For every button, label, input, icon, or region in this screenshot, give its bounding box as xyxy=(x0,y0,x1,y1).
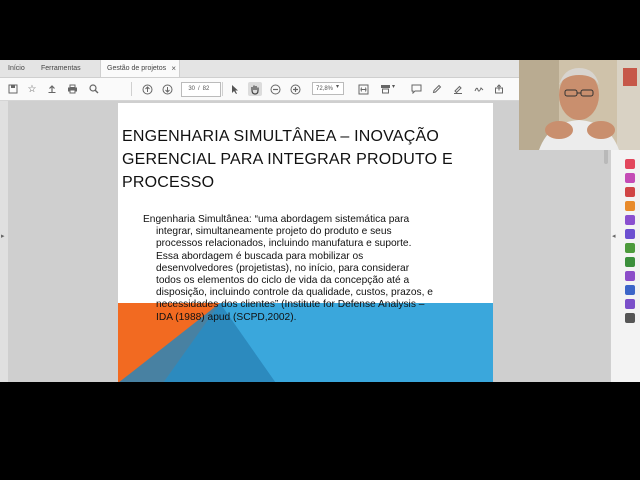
page-separator: / xyxy=(198,86,200,92)
pdf-page: ENGENHARIA SIMULTÂNEA – INOVAÇÃO GERENCI… xyxy=(118,103,493,382)
keyboard-icon[interactable] xyxy=(378,82,392,96)
stamp-icon[interactable] xyxy=(625,299,635,309)
organize-pages-icon[interactable] xyxy=(625,229,635,239)
body-line: integrar, simultaneamente projeto do pro… xyxy=(156,226,392,238)
star-icon[interactable]: ☆ xyxy=(25,82,39,96)
export-pdf-icon[interactable] xyxy=(625,159,635,169)
slide-body-text: Engenharia Simultânea: “uma abordagem si… xyxy=(143,214,473,324)
chevron-down-icon[interactable]: ▾ xyxy=(336,83,339,90)
upload-icon[interactable] xyxy=(45,82,59,96)
edit-pdf-icon[interactable] xyxy=(625,187,635,197)
body-line: desenvolvedores (projetistas), no início… xyxy=(156,262,410,274)
comment-icon[interactable] xyxy=(409,82,423,96)
fit-page-icon[interactable] xyxy=(356,82,370,96)
search-icon[interactable] xyxy=(87,82,101,96)
optimize-icon[interactable] xyxy=(625,257,635,267)
total-pages: 82 xyxy=(202,86,210,92)
arrow-up-icon[interactable] xyxy=(140,82,154,96)
tab-label: Ferramentas xyxy=(41,65,81,72)
hand-icon[interactable] xyxy=(248,82,262,96)
toolbar-divider xyxy=(222,82,223,96)
body-line: Engenharia Simultânea: “uma abordagem si… xyxy=(143,214,410,225)
print-icon[interactable] xyxy=(65,82,79,96)
combine-files-icon[interactable] xyxy=(625,215,635,225)
tab-label: Início xyxy=(8,65,25,72)
body-line: Essa abordagem é buscada para mobilizar … xyxy=(156,250,364,262)
zoom-out-icon[interactable] xyxy=(268,82,282,96)
chevron-left-icon[interactable]: ◂ xyxy=(612,232,616,240)
highlight-icon[interactable] xyxy=(451,82,465,96)
zoom-level-field[interactable]: 72,8% xyxy=(312,82,344,95)
tab-inicio[interactable]: Início xyxy=(2,60,31,77)
body-line: IDA (1988) apud (SCPD,2002). xyxy=(156,311,297,323)
current-page: 30 xyxy=(188,86,195,92)
more-tools-icon[interactable] xyxy=(625,313,635,323)
share-icon[interactable] xyxy=(492,82,506,96)
chevron-right-icon[interactable]: ▸ xyxy=(1,232,5,240)
page-number-field[interactable]: 30 / 82 xyxy=(181,82,221,97)
body-line: disposição, incluindo controle da qualid… xyxy=(156,287,433,299)
body-line: todos os elementos do ciclo de vida da c… xyxy=(156,275,410,287)
scan-icon[interactable] xyxy=(625,243,635,253)
body-line: necessidades dos clientes” (Institute fo… xyxy=(156,299,425,311)
toolbar-divider xyxy=(131,82,132,96)
close-icon[interactable]: × xyxy=(171,60,176,77)
pen-icon[interactable] xyxy=(430,82,444,96)
save-icon[interactable] xyxy=(6,82,20,96)
tab-ferramentas[interactable]: Ferramentas xyxy=(35,60,87,77)
create-pdf-icon[interactable] xyxy=(625,173,635,183)
presenter-video xyxy=(519,60,640,150)
comment-tool-icon[interactable] xyxy=(625,201,635,211)
webcam-overlay xyxy=(519,60,640,150)
chevron-down-icon[interactable]: ▾ xyxy=(392,83,395,90)
zoom-value: 72,8% xyxy=(316,86,334,92)
body-line: processos relacionados, incluindo manufa… xyxy=(156,238,412,250)
tab-document[interactable]: Gestão de projetos ... × xyxy=(100,60,180,89)
protect-icon[interactable] xyxy=(625,285,635,295)
sign-icon[interactable] xyxy=(472,82,486,96)
zoom-in-icon[interactable] xyxy=(288,82,302,96)
arrow-down-icon[interactable] xyxy=(160,82,174,96)
fill-sign-icon[interactable] xyxy=(625,271,635,281)
cursor-icon[interactable] xyxy=(228,82,242,96)
